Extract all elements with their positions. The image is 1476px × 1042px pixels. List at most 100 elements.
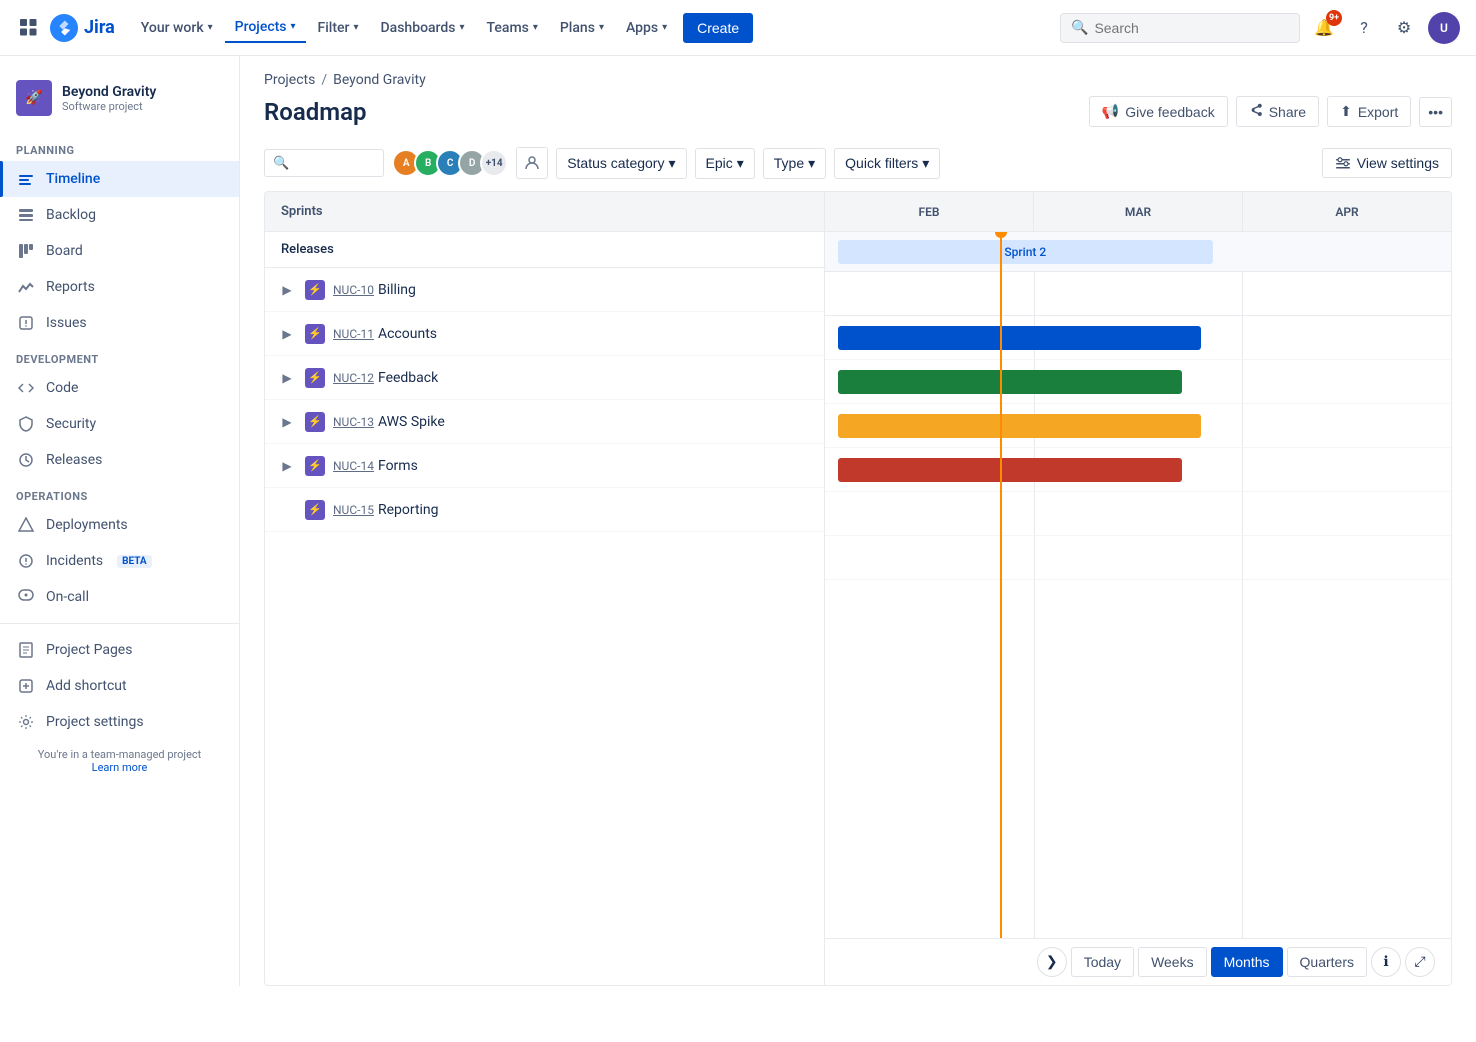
- sidebar-item-reports[interactable]: Reports: [0, 269, 239, 305]
- sidebar-item-project-pages[interactable]: Project Pages: [0, 632, 239, 668]
- task-key[interactable]: NUC-11: [333, 327, 374, 341]
- operations-label: OPERATIONS: [0, 478, 239, 507]
- assignee-filter-button[interactable]: [516, 147, 548, 179]
- expand-icon[interactable]: ▶: [277, 368, 297, 388]
- notification-badge: 9+: [1326, 10, 1342, 26]
- sidebar-item-releases[interactable]: Releases: [0, 442, 239, 478]
- notifications-icon[interactable]: 🔔 9+: [1308, 12, 1340, 44]
- topnav-menu: Your work ▾ Projects ▾ Filter ▾ Dashboar…: [131, 13, 753, 43]
- sidebar-item-backlog[interactable]: Backlog: [0, 197, 239, 233]
- left-header: Sprints: [265, 192, 824, 232]
- prev-icon[interactable]: ❯: [1037, 947, 1067, 977]
- gantt-bar-aws-spike[interactable]: [838, 458, 1182, 482]
- expand-icon[interactable]: ▶: [277, 412, 297, 432]
- search-box[interactable]: 🔍: [1060, 13, 1300, 43]
- topnav-right: 🔍 🔔 9+ ? ⚙ U: [1060, 12, 1460, 44]
- settings-icon[interactable]: ⚙: [1388, 12, 1420, 44]
- table-row[interactable]: ▶ ⚡ NUC-11 Accounts: [265, 312, 824, 356]
- task-name: Accounts: [378, 326, 437, 342]
- expand-icon[interactable]: ⤢: [1405, 947, 1435, 977]
- create-button[interactable]: Create: [683, 13, 753, 43]
- task-key[interactable]: NUC-10: [333, 283, 374, 297]
- sidebar-item-label: Incidents: [46, 553, 103, 569]
- backlog-icon: [16, 205, 36, 225]
- gantt-bar-accounts[interactable]: [838, 370, 1182, 394]
- sidebar-item-code[interactable]: Code: [0, 370, 239, 406]
- quick-filters[interactable]: Quick filters ▾: [834, 148, 940, 179]
- epic-filter[interactable]: Epic ▾: [695, 148, 755, 179]
- table-row[interactable]: ▶ ⚡ NUC-14 Forms: [265, 444, 824, 488]
- sidebar-item-issues[interactable]: Issues: [0, 305, 239, 341]
- task-key[interactable]: NUC-13: [333, 415, 374, 429]
- filter-menu[interactable]: Filter ▾: [308, 14, 369, 42]
- sidebar-item-label: Project Pages: [46, 642, 132, 658]
- info-icon[interactable]: ℹ: [1371, 947, 1401, 977]
- sidebar-item-label: Releases: [46, 452, 102, 468]
- jira-logo[interactable]: Jira: [50, 14, 115, 42]
- table-row[interactable]: ▶ ⚡ NUC-12 Feedback: [265, 356, 824, 400]
- gantt-bar-billing[interactable]: [838, 326, 1201, 350]
- sidebar-item-deployments[interactable]: Deployments: [0, 507, 239, 543]
- dashboards-menu[interactable]: Dashboards ▾: [371, 14, 475, 42]
- sidebar-item-label: Board: [46, 243, 83, 259]
- share-button[interactable]: Share: [1236, 96, 1319, 127]
- months-button[interactable]: Months: [1211, 947, 1283, 977]
- breadcrumb-beyond-gravity[interactable]: Beyond Gravity: [333, 72, 426, 88]
- table-row[interactable]: ▶ ⚡ NUC-13 AWS Spike: [265, 400, 824, 444]
- sidebar-item-incidents[interactable]: Incidents BETA: [0, 543, 239, 579]
- teams-menu[interactable]: Teams ▾: [477, 14, 548, 42]
- table-row[interactable]: ▶ ⚡ NUC-15 Reporting: [265, 488, 824, 532]
- plans-menu[interactable]: Plans ▾: [550, 14, 614, 42]
- task-key[interactable]: NUC-14: [333, 459, 374, 473]
- expand-icon[interactable]: ▶: [277, 280, 297, 300]
- gantt-bar-feedback[interactable]: [838, 414, 1201, 438]
- avatar-more[interactable]: +14: [480, 149, 508, 177]
- type-filter[interactable]: Type ▾: [763, 148, 826, 179]
- task-key[interactable]: NUC-15: [333, 503, 374, 517]
- search-input[interactable]: [1094, 20, 1289, 36]
- month-apr: APR: [1243, 192, 1451, 231]
- planning-label: PLANNING: [0, 132, 239, 161]
- user-avatar[interactable]: U: [1428, 12, 1460, 44]
- give-feedback-button[interactable]: 📢 Give feedback: [1089, 96, 1228, 127]
- sidebar-item-oncall[interactable]: On-call: [0, 579, 239, 615]
- page-actions: 📢 Give feedback Share ⬆ Export •••: [1089, 96, 1452, 127]
- sidebar-item-label: Security: [46, 416, 96, 432]
- today-button[interactable]: Today: [1071, 947, 1134, 977]
- sidebar-item-label: Deployments: [46, 517, 128, 533]
- sprints-label: Sprints: [281, 204, 323, 219]
- sidebar-item-timeline[interactable]: Timeline: [0, 161, 239, 197]
- task-name: Reporting: [378, 502, 439, 518]
- sidebar-item-board[interactable]: Board: [0, 233, 239, 269]
- status-category-filter[interactable]: Status category ▾: [556, 148, 686, 179]
- task-type-icon: ⚡: [305, 412, 325, 432]
- toolbar-search[interactable]: 🔍: [264, 149, 384, 177]
- search-field[interactable]: [295, 155, 375, 171]
- expand-icon[interactable]: ▶: [277, 324, 297, 344]
- expand-icon[interactable]: ▶: [277, 456, 297, 476]
- table-row[interactable]: ▶ ⚡ NUC-10 Billing: [265, 268, 824, 312]
- chevron-down-icon: ▾: [808, 155, 815, 172]
- sidebar-item-security[interactable]: Security: [0, 406, 239, 442]
- pages-icon: [16, 640, 36, 660]
- quarters-button[interactable]: Quarters: [1287, 947, 1367, 977]
- topnav: Jira Your work ▾ Projects ▾ Filter ▾ Das…: [0, 0, 1476, 56]
- page-header: Roadmap 📢 Give feedback Share ⬆ Export: [240, 92, 1476, 139]
- weeks-button[interactable]: Weeks: [1138, 947, 1207, 977]
- help-icon[interactable]: ?: [1348, 12, 1380, 44]
- apps-menu[interactable]: Apps ▾: [616, 14, 677, 42]
- your-work-menu[interactable]: Your work ▾: [131, 14, 223, 42]
- gantt-row-feedback: [825, 404, 1451, 448]
- apps-grid-icon[interactable]: [16, 15, 42, 41]
- project-settings-icon: [16, 712, 36, 732]
- breadcrumb-projects[interactable]: Projects: [264, 72, 315, 88]
- task-key[interactable]: NUC-12: [333, 371, 374, 385]
- export-button[interactable]: ⬆ Export: [1327, 96, 1411, 127]
- gantt-row-billing: [825, 316, 1451, 360]
- view-settings-button[interactable]: View settings: [1322, 148, 1452, 178]
- sidebar-item-add-shortcut[interactable]: Add shortcut: [0, 668, 239, 704]
- learn-more-link[interactable]: Learn more: [92, 761, 148, 774]
- more-options-button[interactable]: •••: [1419, 97, 1452, 127]
- sidebar-item-project-settings[interactable]: Project settings: [0, 704, 239, 740]
- projects-menu[interactable]: Projects ▾: [225, 13, 306, 43]
